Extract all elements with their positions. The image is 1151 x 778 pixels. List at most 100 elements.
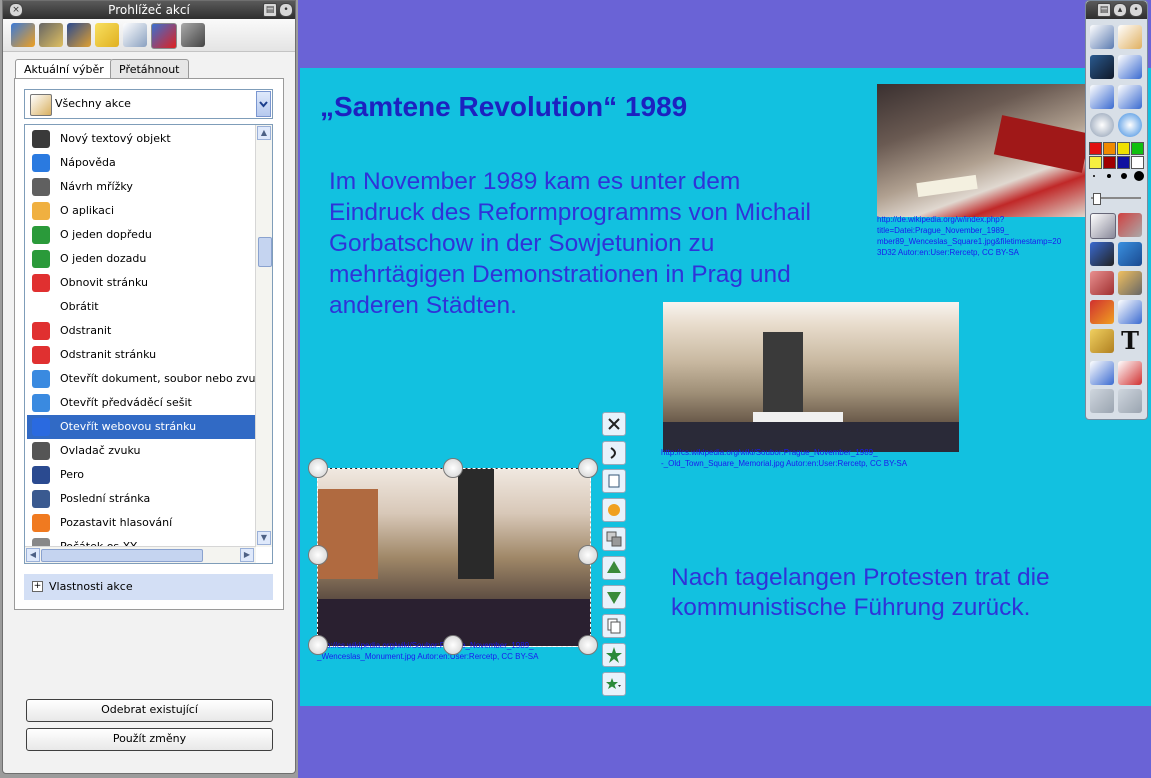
scroll-down-icon[interactable]: ▼ bbox=[257, 531, 271, 545]
resize-handle-nw[interactable] bbox=[308, 458, 328, 478]
send-backward-icon[interactable] bbox=[602, 585, 626, 609]
slide-paragraph-2[interactable]: Nach tagelangen Protesten trat die kommu… bbox=[671, 563, 1121, 623]
list-item[interactable]: Pozastavit hlasování bbox=[27, 511, 255, 535]
resize-handle-w[interactable] bbox=[308, 545, 328, 565]
list-item[interactable]: Odstranit stránku bbox=[27, 343, 255, 367]
pin-icon[interactable]: ▤ bbox=[1097, 3, 1111, 17]
action-list[interactable]: Nový textový objekt Nápověda Návrh mřížky O… bbox=[24, 124, 273, 564]
color-swatch[interactable] bbox=[1103, 156, 1116, 169]
pin-icon[interactable]: ▤ bbox=[263, 3, 277, 17]
list-item[interactable]: Poslední stránka bbox=[27, 487, 255, 511]
list-item[interactable]: Návrh mřížky bbox=[27, 175, 255, 199]
fill-color-icon[interactable] bbox=[602, 498, 626, 522]
star-menu-icon[interactable] bbox=[602, 672, 626, 696]
copy-icon[interactable] bbox=[602, 614, 626, 638]
tab-drag[interactable]: Přetáhnout bbox=[110, 59, 189, 80]
list-item[interactable]: Otevřít webovou stránku bbox=[27, 415, 255, 439]
color-swatch[interactable] bbox=[1089, 142, 1102, 155]
browsers-icon[interactable] bbox=[1118, 25, 1142, 49]
list-item[interactable]: Otevřít dokument, soubor nebo zvuk bbox=[27, 367, 262, 391]
clear-icon[interactable] bbox=[1090, 361, 1114, 385]
color-swatch[interactable] bbox=[1131, 142, 1144, 155]
minimize-icon[interactable]: ▴ bbox=[1113, 3, 1127, 17]
resize-handle-n[interactable] bbox=[443, 458, 463, 478]
favorite-icon[interactable] bbox=[602, 643, 626, 667]
page-browser-icon[interactable] bbox=[11, 23, 35, 47]
resize-handle-s[interactable] bbox=[443, 635, 463, 655]
play-icon[interactable] bbox=[1090, 113, 1114, 137]
list-vertical-scrollbar[interactable]: ▲ ▼ bbox=[255, 125, 272, 547]
eraser-icon[interactable] bbox=[1090, 271, 1114, 295]
photo-wenceslas-monument[interactable] bbox=[317, 468, 591, 647]
pen-width-selector[interactable] bbox=[1089, 169, 1144, 187]
action-filter-select[interactable]: Všechny akce bbox=[24, 89, 273, 119]
options-icon[interactable]: • bbox=[1129, 3, 1143, 17]
color-swatch[interactable] bbox=[1117, 156, 1130, 169]
design-mode-icon[interactable] bbox=[1118, 55, 1142, 79]
expand-icon[interactable]: + bbox=[32, 581, 43, 592]
rotate-object-icon[interactable] bbox=[602, 441, 626, 465]
list-horizontal-scrollbar[interactable]: ◀ ▶ bbox=[25, 546, 256, 563]
property-browser-icon[interactable] bbox=[123, 23, 147, 47]
resize-handle-e[interactable] bbox=[578, 545, 598, 565]
options-icon[interactable]: • bbox=[279, 3, 293, 17]
duplicate-icon[interactable] bbox=[602, 527, 626, 551]
color-swatch[interactable] bbox=[1131, 156, 1144, 169]
reset-page-icon[interactable] bbox=[1118, 361, 1142, 385]
list-item[interactable]: Nápověda bbox=[27, 151, 255, 175]
list-item[interactable]: Nový textový objekt bbox=[27, 127, 255, 151]
tools-icon[interactable] bbox=[1118, 213, 1142, 237]
list-item[interactable]: O aplikaci bbox=[27, 199, 255, 223]
slide-title[interactable]: „Samtene Revolution“ 1989 bbox=[320, 91, 687, 123]
list-item[interactable]: Obnovit stránku bbox=[27, 271, 255, 295]
resize-handle-se[interactable] bbox=[578, 635, 598, 655]
main-menu-icon[interactable] bbox=[1090, 25, 1114, 49]
chevron-down-icon[interactable] bbox=[256, 91, 271, 117]
caption-top[interactable]: http://de.wikipedia.org/w/index.php?titl… bbox=[877, 214, 1117, 258]
color-swatch[interactable] bbox=[1089, 156, 1102, 169]
revealer-icon[interactable] bbox=[1090, 329, 1114, 353]
fill-icon[interactable] bbox=[1118, 271, 1142, 295]
resize-object-icon[interactable] bbox=[602, 412, 626, 436]
voting-browser-icon[interactable] bbox=[181, 23, 205, 47]
notes-browser-icon[interactable] bbox=[95, 23, 119, 47]
photo-old-town-square[interactable] bbox=[663, 302, 959, 452]
caption-middle[interactable]: http://cs.wikipedia.org/wiki/Soubor:Prag… bbox=[661, 447, 981, 469]
redo-icon[interactable] bbox=[1118, 389, 1142, 413]
highlighter-icon[interactable] bbox=[1118, 242, 1142, 266]
select-icon[interactable] bbox=[1090, 213, 1116, 239]
shape-icon[interactable] bbox=[1090, 300, 1114, 324]
scroll-left-icon[interactable]: ◀ bbox=[26, 548, 40, 562]
desktop-annotate-icon[interactable] bbox=[1090, 55, 1114, 79]
bring-forward-icon[interactable] bbox=[602, 556, 626, 580]
apply-changes-button[interactable]: Použít změny bbox=[26, 728, 273, 751]
list-item[interactable]: Otevřít předváděcí sešit bbox=[27, 391, 255, 415]
undo-icon[interactable] bbox=[1090, 389, 1114, 413]
next-page-icon[interactable] bbox=[1118, 85, 1142, 109]
object-browser-icon[interactable] bbox=[67, 23, 91, 47]
object-menu-icon[interactable] bbox=[602, 469, 626, 493]
connector-icon[interactable] bbox=[1118, 300, 1142, 324]
scroll-right-icon[interactable]: ▶ bbox=[240, 548, 254, 562]
close-icon[interactable]: × bbox=[9, 3, 23, 17]
pen-width-slider[interactable] bbox=[1091, 193, 1141, 205]
list-item[interactable]: O jeden dopředu bbox=[27, 223, 255, 247]
color-swatch[interactable] bbox=[1103, 142, 1116, 155]
list-item[interactable]: Ovladač zvuku bbox=[27, 439, 255, 463]
list-item[interactable]: Odstranit bbox=[27, 319, 255, 343]
resize-handle-ne[interactable] bbox=[578, 458, 598, 478]
slide-paragraph-1[interactable]: Im November 1989 kam es unter dem Eindru… bbox=[329, 166, 869, 321]
list-item[interactable]: Pero bbox=[27, 463, 255, 487]
pen-icon[interactable] bbox=[1090, 242, 1114, 266]
previous-page-icon[interactable] bbox=[1090, 85, 1114, 109]
flipchart-page[interactable]: „Samtene Revolution“ 1989 Im November 19… bbox=[300, 68, 1151, 706]
list-item[interactable]: Obrátit bbox=[27, 295, 255, 319]
scroll-up-icon[interactable]: ▲ bbox=[257, 126, 271, 140]
hscroll-thumb[interactable] bbox=[41, 549, 203, 562]
resource-browser-icon[interactable] bbox=[39, 23, 63, 47]
scroll-thumb[interactable] bbox=[258, 237, 272, 267]
list-item[interactable]: O jeden dozadu bbox=[27, 247, 255, 271]
text-tool-icon[interactable]: T bbox=[1118, 329, 1142, 353]
resize-handle-sw[interactable] bbox=[308, 635, 328, 655]
action-properties-header[interactable]: + Vlastnosti akce bbox=[24, 574, 273, 600]
